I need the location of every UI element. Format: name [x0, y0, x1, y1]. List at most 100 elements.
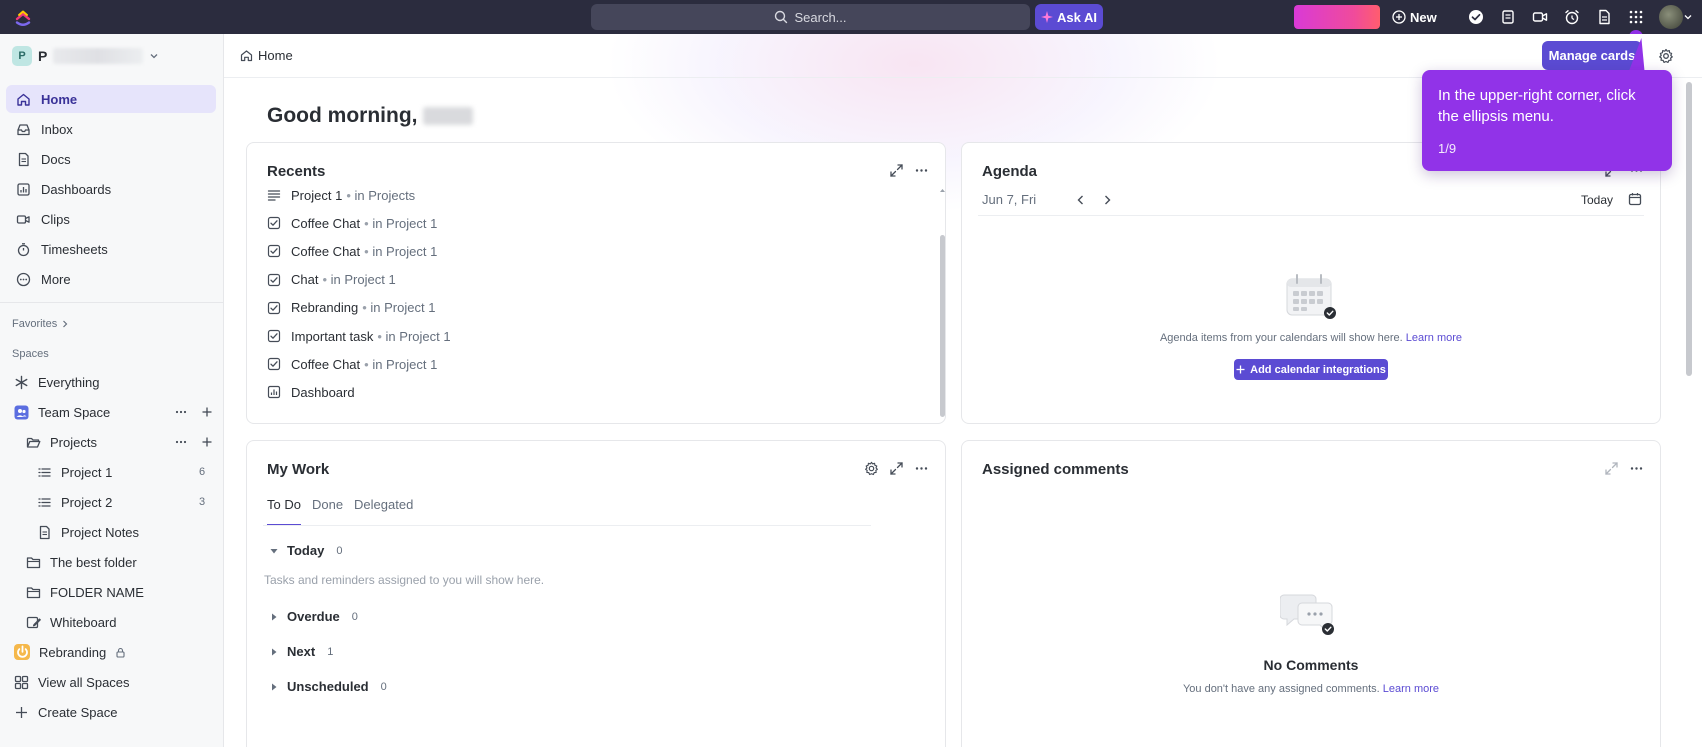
- agenda-learn-more-link[interactable]: Learn more: [1406, 332, 1462, 344]
- group-unscheduled[interactable]: Unscheduled 0: [269, 679, 387, 694]
- sidebar-item-project-1[interactable]: Project 1: [37, 458, 112, 486]
- ellipsis-icon[interactable]: [914, 461, 929, 476]
- expand-icon[interactable]: [889, 461, 904, 476]
- power-icon: [14, 644, 30, 660]
- ellipsis-icon[interactable]: [1629, 461, 1644, 476]
- notepad-icon[interactable]: [1499, 8, 1517, 26]
- video-icon: [16, 214, 30, 224]
- sidebar-item-view-all-spaces[interactable]: View all Spaces: [14, 668, 130, 696]
- chevron-down-icon: [150, 54, 158, 59]
- group-today[interactable]: Today 0: [269, 543, 342, 558]
- sidebar-item-home[interactable]: Home: [6, 85, 216, 113]
- alarm-clock-icon[interactable]: [1563, 8, 1581, 26]
- agenda-empty-text: Agenda items from your calendars will sh…: [1159, 332, 1403, 344]
- plus-icon[interactable]: [200, 405, 214, 419]
- document-icon[interactable]: [1595, 8, 1613, 26]
- plus-icon[interactable]: [200, 435, 214, 449]
- recents-card: Recents Project 1 • in Projects Coffee Ch…: [246, 142, 946, 424]
- recents-scrollbar[interactable]: [940, 235, 945, 417]
- recent-item-sub: in Project 1: [370, 300, 436, 316]
- manage-cards-button[interactable]: Manage cards: [1542, 41, 1642, 70]
- recent-item[interactable]: Coffee Chat • in Project 1: [267, 213, 437, 233]
- sidebar-item-dashboards[interactable]: Dashboards: [6, 175, 216, 203]
- sidebar-item-docs[interactable]: Docs: [6, 145, 216, 173]
- sidebar-item-more[interactable]: More: [6, 265, 216, 293]
- comments-learn-more-link[interactable]: Learn more: [1383, 683, 1439, 695]
- tab-delegated[interactable]: Delegated: [354, 497, 413, 526]
- recent-item-location: • in Project 1: [362, 300, 435, 315]
- add-calendar-integrations-button[interactable]: Add calendar integrations: [1234, 359, 1388, 380]
- search-bar[interactable]: Search...: [591, 4, 1030, 30]
- sidebar-item-whiteboard[interactable]: Whiteboard: [26, 608, 116, 636]
- main-scrollbar[interactable]: [1686, 82, 1692, 376]
- calendar-illustration-icon: [1286, 274, 1336, 319]
- apps-grid-icon[interactable]: [1627, 8, 1645, 26]
- sidebar-item-create-space[interactable]: Create Space: [14, 698, 118, 726]
- tooltip-step: 1/9: [1438, 141, 1457, 156]
- gear-icon[interactable]: [864, 461, 879, 476]
- breadcrumb[interactable]: Home: [240, 48, 293, 63]
- recent-item[interactable]: Coffee Chat • in Project 1: [267, 241, 437, 261]
- folder-icon: [26, 556, 41, 568]
- plus-icon: [1236, 365, 1245, 374]
- sidebar-item-project-notes[interactable]: Project Notes: [37, 518, 139, 546]
- new-button[interactable]: New: [1392, 4, 1444, 30]
- recent-item-sub: in Project 1: [372, 215, 438, 231]
- sidebar-item-label: Docs: [41, 151, 71, 167]
- check-circle-icon[interactable]: [1467, 8, 1485, 26]
- recent-item-sub: in Project 1: [372, 243, 438, 259]
- recent-item[interactable]: Important task • in Project 1: [267, 326, 451, 346]
- list-icon: [267, 188, 281, 202]
- lock-icon: [116, 647, 125, 658]
- inbox-icon: [17, 123, 30, 135]
- upgrade-banner[interactable]: [1294, 5, 1380, 29]
- workspace-switcher[interactable]: P P: [12, 45, 159, 67]
- user-avatar[interactable]: [1659, 5, 1683, 29]
- group-overdue[interactable]: Overdue 0: [269, 609, 358, 624]
- sidebar-item-clips[interactable]: Clips: [6, 205, 216, 233]
- calendar-icon[interactable]: [1628, 192, 1642, 206]
- ellipsis-icon[interactable]: [174, 435, 188, 449]
- ellipsis-icon[interactable]: [174, 405, 188, 419]
- sidebar-item-everything[interactable]: Everything: [14, 368, 99, 396]
- projects-actions: [174, 435, 214, 449]
- recent-item-name: Coffee Chat: [291, 356, 361, 372]
- expand-icon[interactable]: [1604, 461, 1619, 476]
- ask-ai-button[interactable]: Ask AI: [1035, 4, 1103, 30]
- tab-done[interactable]: Done: [312, 497, 343, 526]
- sidebar-item-team-space[interactable]: Team Space: [14, 398, 110, 426]
- sidebar-item-project-2[interactable]: Project 2: [37, 488, 112, 516]
- recent-item[interactable]: Rebranding • in Project 1: [267, 298, 435, 318]
- project-2-count: 3: [199, 496, 206, 508]
- group-next[interactable]: Next 1: [269, 644, 333, 659]
- recent-item[interactable]: Project 1 • in Projects: [267, 185, 415, 205]
- ellipsis-icon[interactable]: [914, 163, 929, 178]
- sidebar-item-folder-name[interactable]: FOLDER NAME: [26, 578, 144, 606]
- recents-title: Recents: [267, 163, 326, 180]
- sidebar-item-inbox[interactable]: Inbox: [6, 115, 216, 143]
- today-button[interactable]: Today: [1581, 193, 1613, 207]
- expand-icon[interactable]: [889, 163, 904, 178]
- video-icon[interactable]: [1531, 8, 1549, 26]
- task-icon: [267, 329, 281, 343]
- gear-icon[interactable]: [1658, 48, 1674, 64]
- sidebar-item-rebranding[interactable]: Rebranding: [14, 638, 126, 666]
- favorites-section[interactable]: Favorites: [12, 318, 69, 330]
- tour-tooltip[interactable]: In the upper-right corner, click the ell…: [1422, 70, 1672, 171]
- tab-to-do[interactable]: To Do: [267, 497, 301, 526]
- no-comments-title: No Comments: [1263, 657, 1359, 673]
- recent-item-location: • in Project 1: [364, 357, 437, 372]
- sidebar-item-timesheets[interactable]: Timesheets: [6, 235, 216, 263]
- doc-icon: [18, 152, 29, 166]
- sidebar-item-best-folder[interactable]: The best folder: [26, 548, 137, 576]
- chevron-right-icon[interactable]: [1100, 193, 1114, 207]
- whiteboard-icon: [26, 616, 41, 628]
- recent-item[interactable]: Chat • in Project 1: [267, 270, 396, 290]
- recent-item[interactable]: Dashboard: [267, 382, 355, 402]
- chevron-left-icon[interactable]: [1074, 193, 1088, 207]
- sidebar-item-projects[interactable]: Projects: [26, 428, 97, 456]
- scroll-up-icon[interactable]: [939, 187, 946, 194]
- recent-item[interactable]: Coffee Chat • in Project 1: [267, 354, 437, 374]
- clickup-logo-icon[interactable]: [14, 8, 32, 26]
- chevron-down-icon[interactable]: [1684, 13, 1692, 21]
